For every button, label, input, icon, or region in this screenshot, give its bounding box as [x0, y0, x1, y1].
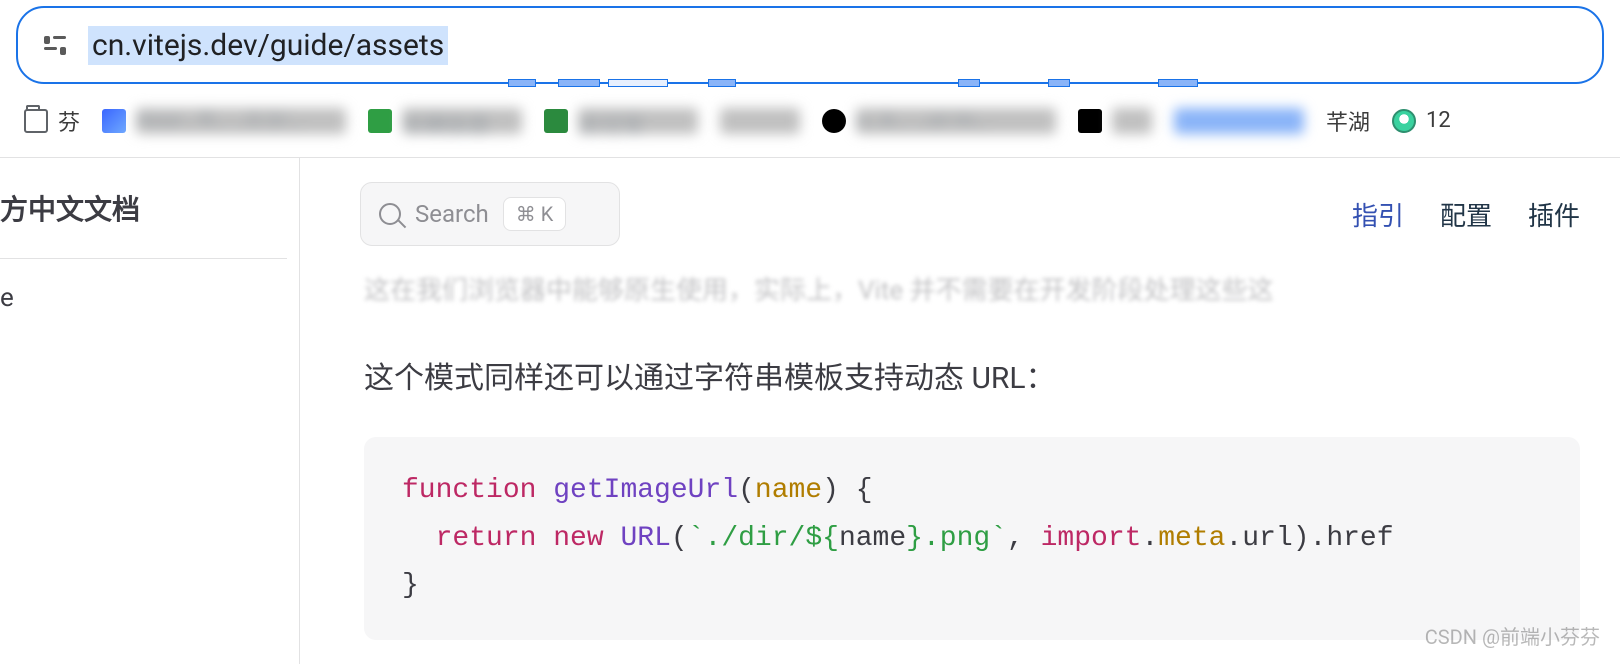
bookmark-item[interactable]: Axur… R… …0.3/… — [102, 108, 346, 134]
bookmark-folder[interactable]: 芬 — [24, 105, 80, 137]
site-settings-icon[interactable] — [44, 34, 66, 56]
code-token: meta — [1158, 523, 1225, 554]
bookmark-label: 芊湖 — [1326, 105, 1370, 137]
bookmark-item[interactable]: 车辆信息 — [368, 108, 522, 134]
window-snap-handles — [18, 75, 1602, 85]
favicon-icon — [822, 109, 846, 133]
page-body: 方中文文档 e Search ⌘ K 指引 配置 插件 这在我们浏览器中能够原生… — [0, 158, 1620, 664]
code-token: . — [1141, 523, 1158, 554]
bookmark-item[interactable]: u…k… …or m… — [822, 108, 1056, 134]
code-token: URL — [620, 523, 670, 554]
bookmark-label: 支付宝 — [578, 108, 698, 134]
nav-guide[interactable]: 指引 — [1352, 196, 1404, 233]
sidebar-title: 方中文文档 — [0, 188, 299, 258]
bookmark-label — [720, 108, 800, 134]
divider — [0, 258, 287, 259]
bookmark-label: u…k… …or m… — [856, 108, 1056, 134]
code-token: { — [856, 475, 873, 506]
bookmark-item[interactable] — [1078, 108, 1152, 134]
sidebar-item[interactable]: e — [0, 283, 299, 313]
faded-prev-paragraph: 这在我们浏览器中能够原生使用，实际上，Vite 并不需要在开发阶段处理这些这 — [364, 270, 1580, 307]
code-token: ) — [1293, 523, 1310, 554]
avatar-icon — [1392, 109, 1416, 133]
search-shortcut: ⌘ K — [503, 197, 567, 231]
bookmark-item[interactable]: 支付宝 — [544, 108, 698, 134]
code-token: . — [1310, 523, 1327, 554]
code-token: . — [1225, 523, 1242, 554]
nav-plugins[interactable]: 插件 — [1528, 196, 1580, 233]
folder-icon — [24, 109, 48, 133]
docs-topbar: Search ⌘ K 指引 配置 插件 — [300, 158, 1620, 270]
code-token: return — [436, 523, 537, 554]
code-block[interactable]: function getImageUrl(name) { return new … — [364, 437, 1580, 640]
code-token: , — [1007, 523, 1041, 554]
favicon-icon — [1078, 109, 1102, 133]
search-label: Search — [415, 200, 489, 228]
watermark: CSDN @前端小芬芬 — [1425, 621, 1600, 650]
bookmarks-bar: 芬 Axur… R… …0.3/… 车辆信息 支付宝 u…k… …or m… 芊… — [0, 84, 1620, 158]
code-token: name — [839, 523, 906, 554]
code-token: new — [553, 523, 603, 554]
article-content: 这在我们浏览器中能够原生使用，实际上，Vite 并不需要在开发阶段处理这些这 这… — [300, 270, 1620, 640]
code-token: }.png` — [906, 523, 1007, 554]
search-icon — [379, 203, 401, 225]
bookmark-item[interactable]: 12 — [1392, 108, 1451, 133]
address-url[interactable]: cn.vitejs.dev/guide/assets — [88, 26, 448, 65]
code-token: getImageUrl — [553, 475, 738, 506]
bookmark-label: 芬 — [58, 105, 80, 137]
code-token: } — [402, 570, 419, 601]
bookmark-label — [1174, 108, 1304, 134]
code-token: `./dir/${ — [688, 523, 839, 554]
code-token: name — [755, 475, 822, 506]
code-token: function — [402, 475, 536, 506]
favicon-icon — [544, 109, 568, 133]
bookmark-item[interactable] — [720, 108, 800, 134]
bookmark-label — [1112, 108, 1152, 134]
bookmark-label: 12 — [1426, 108, 1451, 133]
bookmark-label: 车辆信息 — [402, 108, 522, 134]
code-token: href — [1326, 523, 1393, 554]
docs-sidebar: 方中文文档 e — [0, 158, 300, 664]
paragraph: 这个模式同样还可以通过字符串模板支持动态 URL： — [364, 353, 1580, 397]
browser-address-bar[interactable]: cn.vitejs.dev/guide/assets — [16, 6, 1604, 84]
bookmark-item[interactable] — [1174, 108, 1304, 134]
code-token: import — [1041, 523, 1142, 554]
favicon-icon — [102, 109, 126, 133]
bookmark-item[interactable]: 芊湖 — [1326, 105, 1370, 137]
code-token: url — [1242, 523, 1292, 554]
nav-config[interactable]: 配置 — [1440, 196, 1492, 233]
main-column: Search ⌘ K 指引 配置 插件 这在我们浏览器中能够原生使用，实际上，V… — [300, 158, 1620, 664]
search-button[interactable]: Search ⌘ K — [360, 182, 620, 246]
bookmark-label: Axur… R… …0.3/… — [136, 108, 346, 134]
favicon-icon — [368, 109, 392, 133]
